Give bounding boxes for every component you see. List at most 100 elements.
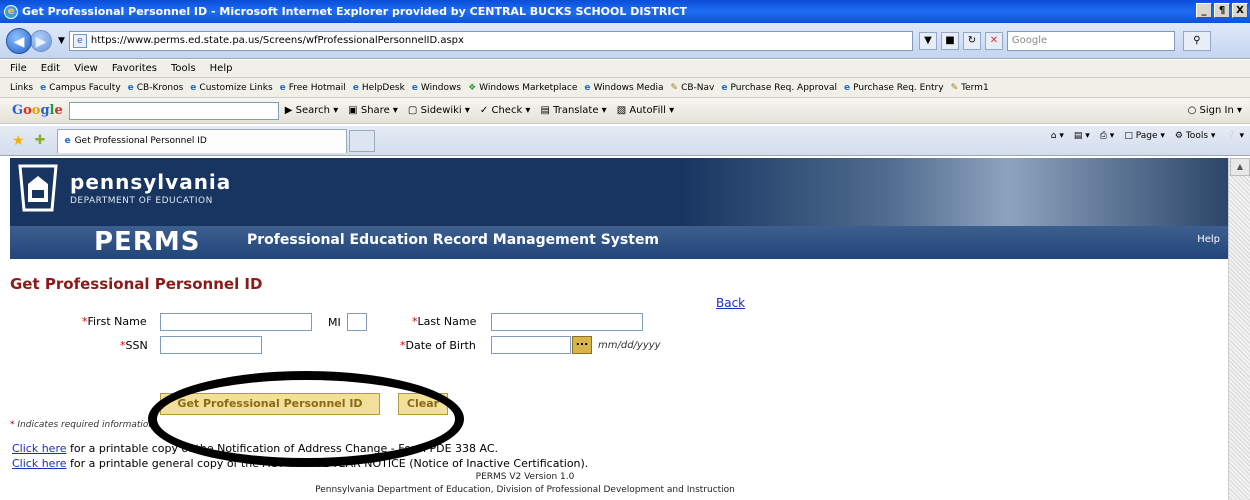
link-item[interactable]: e Windows Media: [584, 83, 663, 93]
link-item[interactable]: ❖ Windows Marketplace: [468, 83, 577, 93]
ie-page-icon: e: [127, 82, 134, 93]
ie-page-icon: e: [584, 82, 591, 93]
links-bar: Links e Campus Faculty e CB-Kronos e Custom…: [0, 78, 1250, 98]
restore-button[interactable]: ¶: [1214, 3, 1230, 18]
link-item[interactable]: ✎ Term1: [951, 83, 989, 93]
links-label: Links: [10, 82, 34, 93]
address-input[interactable]: e https://www.perms.ed.state.pa.us/Scree…: [68, 30, 913, 51]
favorites-star-icon[interactable]: ★: [12, 133, 25, 149]
menu-view[interactable]: View: [74, 63, 98, 74]
window-title: Get Professional Personnel ID - Microsof…: [22, 5, 687, 18]
menu-edit[interactable]: Edit: [41, 63, 60, 74]
google-autofill-button[interactable]: ▧ AutoFill ▾: [617, 105, 674, 116]
address-toolbar: ◀ ▶ ▼ e https://www.perms.ed.state.pa.us…: [0, 23, 1250, 59]
ie-page-icon: e: [411, 82, 418, 93]
google-share-button[interactable]: ▣ Share ▾: [348, 105, 398, 116]
ie-page-icon: e: [721, 82, 728, 93]
menu-favorites[interactable]: Favorites: [112, 63, 157, 74]
ssn-label: *SSN: [120, 339, 148, 352]
act48-notice-link[interactable]: Click here: [12, 457, 67, 470]
menu-tools[interactable]: Tools: [171, 63, 196, 74]
pde-banner: pennsylvania DEPARTMENT OF EDUCATION: [10, 158, 1228, 226]
dob-format-hint: mm/dd/yyyy: [598, 340, 661, 351]
tab-current[interactable]: e Get Professional Personnel ID: [57, 128, 348, 153]
calendar-button[interactable]: ...: [572, 336, 592, 354]
google-search-button[interactable]: ▶ Search ▾: [285, 105, 338, 116]
scroll-up-icon[interactable]: ▲: [1230, 158, 1250, 176]
help-icon[interactable]: ❔ ▾: [1225, 131, 1244, 141]
link-item[interactable]: e Windows: [412, 83, 461, 93]
app-short-name: PERMS: [94, 227, 201, 257]
ie-page-icon: e: [40, 82, 47, 93]
last-name-label: *Last Name: [412, 315, 477, 328]
google-toolbar: Google ▶ Search ▾ ▣ Share ▾ ▢ Sidewiki ▾…: [0, 98, 1250, 124]
department-name: DEPARTMENT OF EDUCATION: [70, 196, 213, 206]
back-arrow-icon[interactable]: ◀: [6, 27, 32, 54]
google-check-button[interactable]: ✓ Check ▾: [480, 105, 531, 116]
ie-page-icon: e: [64, 136, 71, 146]
google-signin-button[interactable]: ○ Sign In ▾: [1188, 105, 1242, 116]
link-item[interactable]: e Purchase Req. Approval: [721, 83, 837, 93]
menu-file[interactable]: File: [10, 63, 27, 74]
get-personnel-id-button[interactable]: Get Professional Personnel ID: [160, 393, 380, 415]
search-input[interactable]: Google: [1006, 30, 1175, 51]
page-icon: e: [72, 33, 87, 48]
back-link[interactable]: Back: [716, 296, 745, 310]
add-favorites-icon[interactable]: ✚: [35, 133, 46, 148]
address-change-link[interactable]: Click here: [12, 442, 67, 455]
address-dropdown-icon[interactable]: ▼: [918, 31, 937, 50]
app-header: PERMS Professional Education Record Mana…: [10, 226, 1228, 259]
required-note: * Indicates required information: [10, 420, 155, 430]
new-tab-button[interactable]: [349, 129, 376, 152]
print-icon[interactable]: ⎙ ▾: [1100, 131, 1115, 141]
page-menu[interactable]: □ Page ▾: [1124, 131, 1165, 141]
mi-label: MI: [328, 316, 341, 329]
clear-button[interactable]: Clear: [398, 393, 448, 415]
lock-icon[interactable]: ■: [940, 31, 959, 50]
first-name-input[interactable]: [160, 313, 312, 331]
forward-arrow-icon[interactable]: ▶: [30, 29, 52, 52]
ssn-input[interactable]: [160, 336, 262, 354]
link-item[interactable]: e Customize Links: [190, 83, 272, 93]
window-controls: _ ¶ X: [1196, 3, 1248, 18]
page-content: pennsylvania DEPARTMENT OF EDUCATION PER…: [10, 158, 1228, 500]
windows-icon: ❖: [468, 82, 477, 93]
stop-icon[interactable]: ✕: [984, 31, 1003, 50]
home-icon[interactable]: ⌂ ▾: [1051, 131, 1064, 141]
link-item[interactable]: e Free Hotmail: [280, 83, 346, 93]
link-item[interactable]: e Campus Faculty: [40, 83, 121, 93]
link-item[interactable]: e HelpDesk: [353, 83, 405, 93]
footer-version: PERMS V2 Version 1.0: [475, 472, 575, 482]
feeds-icon[interactable]: ▤ ▾: [1074, 131, 1090, 141]
google-logo: Google: [12, 103, 63, 118]
link-item[interactable]: ✎ CB-Nav: [671, 83, 715, 93]
menu-bar: File Edit View Favorites Tools Help: [0, 60, 1250, 78]
first-name-label: *First Name: [82, 315, 147, 328]
pen-icon: ✎: [950, 82, 959, 93]
mi-input[interactable]: [347, 313, 367, 331]
minimize-button[interactable]: _: [1196, 3, 1212, 18]
ie-page-icon: e: [190, 82, 197, 93]
menu-help[interactable]: Help: [210, 63, 233, 74]
command-bar: ⌂ ▾ ▤ ▾ ⎙ ▾ □ Page ▾ ⚙ Tools ▾ ❔ ▾: [1051, 131, 1244, 141]
vertical-scrollbar[interactable]: ▲: [1228, 158, 1250, 500]
google-sidewiki-button[interactable]: ▢ Sidewiki ▾: [408, 105, 470, 116]
url-text: https://www.perms.ed.state.pa.us/Screens…: [90, 35, 464, 46]
last-name-input[interactable]: [491, 313, 643, 331]
keystone-logo-icon: [18, 164, 58, 212]
tools-menu[interactable]: ⚙ Tools ▾: [1175, 131, 1216, 141]
link-item[interactable]: e Purchase Req. Entry: [844, 83, 944, 93]
help-link[interactable]: Help: [1197, 234, 1220, 245]
close-button[interactable]: X: [1232, 3, 1248, 18]
tab-title: Get Professional Personnel ID: [74, 136, 207, 146]
google-search-input[interactable]: [68, 101, 279, 120]
ie-page-icon: e: [352, 82, 359, 93]
google-translate-button[interactable]: ▤ Translate ▾: [540, 105, 606, 116]
window-title-bar: e Get Professional Personnel ID - Micros…: [0, 0, 1250, 23]
dob-input[interactable]: [491, 336, 571, 354]
history-dropdown-icon[interactable]: ▼: [58, 36, 65, 46]
link-item[interactable]: e CB-Kronos: [128, 83, 184, 93]
refresh-icon[interactable]: ↻: [962, 31, 981, 50]
app-full-name: Professional Education Record Management…: [247, 232, 660, 248]
search-icon[interactable]: ⚲: [1182, 30, 1211, 51]
